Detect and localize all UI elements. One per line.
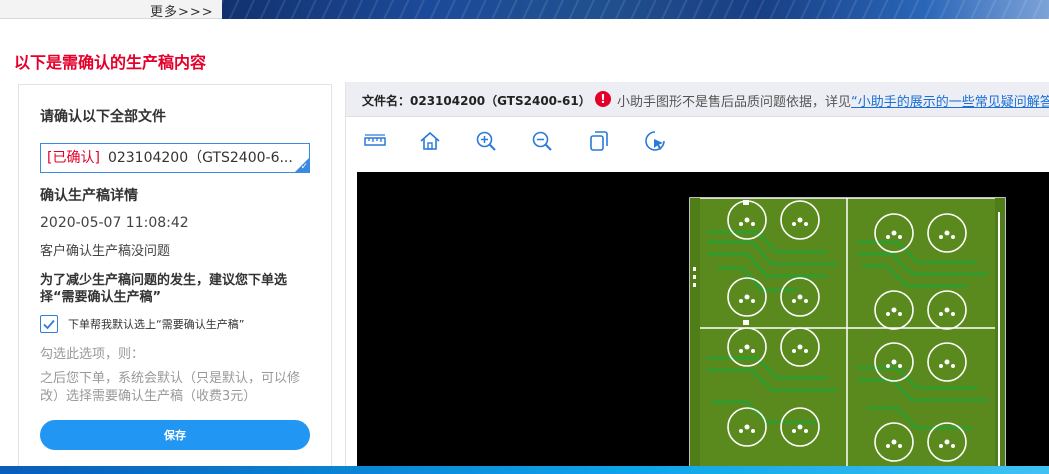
preview-header: 文件名：023104200（GTS2400-61） ! 小助手图形不是售后品质问… [346,82,1049,117]
advice-text: 为了减少生产稿问题的发生，建议您下单选择“需要确认生产稿” [40,273,288,305]
ruler-button[interactable] [362,128,388,154]
warning-text: 小助手图形不是售后品质问题依据，详见 [617,95,852,110]
detail-heading: 确认生产稿详情 [40,188,138,204]
default-confirm-label[interactable]: 下单帮我默认选上“需要确认生产稿” [68,316,244,332]
home-icon [420,131,440,150]
zoom-in-icon [476,131,496,151]
viewer-toolbar [346,118,1049,168]
confirm-panel: 请确认以下全部文件 [已确认] 023104200（GTS2400-6... ✓ … [18,84,332,474]
confirm-date: 2020-05-07 11:08:42 [40,215,189,231]
copy-layers-icon [590,131,608,151]
pcb-image [357,172,1049,474]
file-selector[interactable]: [已确认] 023104200（GTS2400-6... ✓ [40,143,310,173]
faq-link[interactable]: “小助手的展示的一些常见疑问解答” [851,95,1049,110]
section-title: 以下是需确认的生产稿内容 [14,53,207,72]
confirmed-tag: [已确认] [47,150,100,166]
confirm-status: 客户确认生产稿没问题 [40,244,171,259]
save-button[interactable]: 保存 [40,420,310,450]
warning-message: 小助手图形不是售后品质问题依据，详见“小助手的展示的一些常见疑问解答” [617,91,1049,110]
preview-filename: 文件名：023104200（GTS2400-61） [362,94,591,108]
more-link[interactable]: 更多>>> [150,1,214,20]
default-confirm-option[interactable]: 下单帮我默认选上“需要确认生产稿” [40,314,244,334]
option-hint: 勾选此选项，则： [40,347,145,362]
more-tab[interactable]: 更多>>> [0,0,222,20]
ruler-icon [364,134,386,146]
bottom-bar [0,466,1049,474]
option-description: 之后您下单，系统会默认（只是默认，可以修改）选择需要确认生产稿（收费3元） [40,371,301,404]
layers-button[interactable] [586,128,612,154]
default-confirm-checkbox[interactable] [40,315,58,333]
pcb-viewer[interactable] [357,172,1049,474]
select-button[interactable] [642,128,668,154]
pointer-select-icon [645,131,665,151]
preview-panel: 文件名：023104200（GTS2400-61） ! 小助手图形不是售后品质问… [345,82,1049,474]
top-banner: 更多>>> [0,0,1049,20]
check-icon: ✓ [300,162,308,172]
checkmark-icon [43,319,55,330]
zoom-out-button[interactable] [529,128,555,154]
file-name: 023104200（GTS2400-6... [107,150,293,166]
zoom-out-icon [532,131,552,151]
warning-icon: ! [595,91,611,107]
confirm-files-heading: 请确认以下全部文件 [40,109,166,125]
zoom-in-button[interactable] [473,128,499,154]
home-button[interactable] [417,128,443,154]
banner-image [222,0,1049,19]
